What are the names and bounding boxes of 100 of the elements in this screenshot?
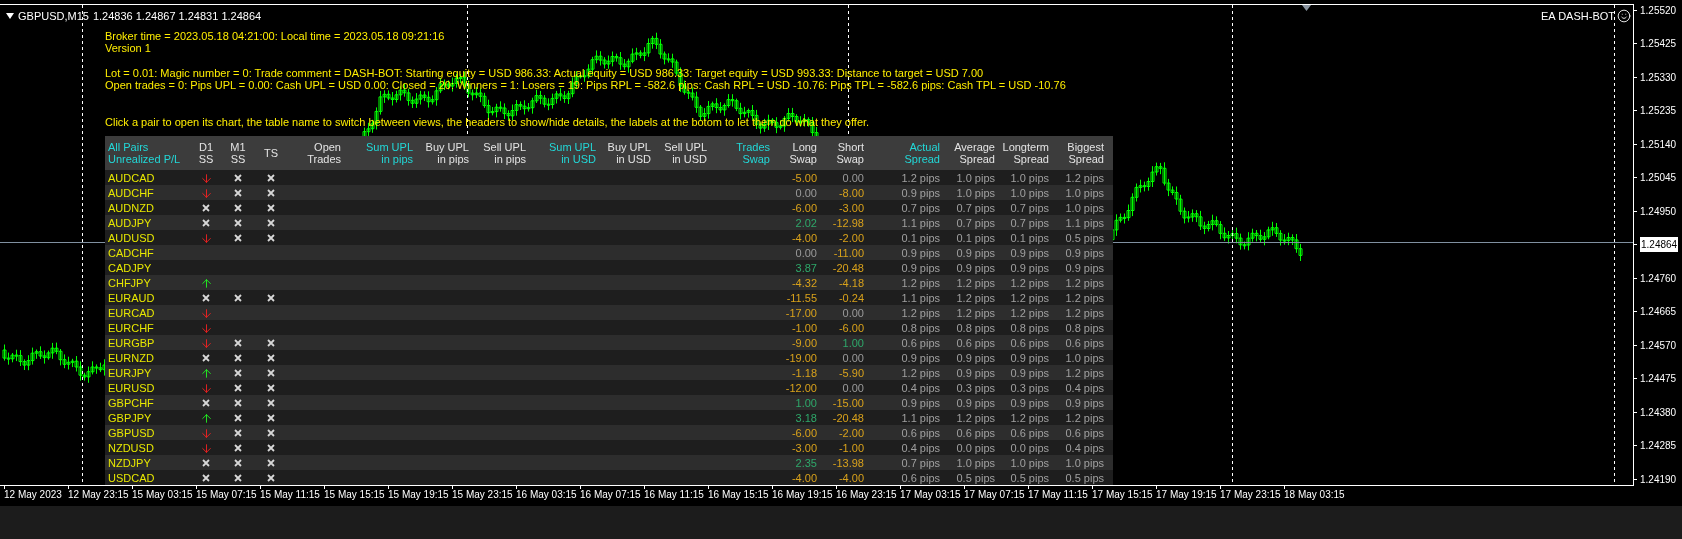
pair-name[interactable]: CHFJPY xyxy=(108,275,151,292)
short-swap-value: -2.00 xyxy=(838,231,864,246)
spread-value: 1.2 pips xyxy=(1065,291,1104,306)
short-swap-value: -15.00 xyxy=(832,396,864,411)
short-swap-value: -1.00 xyxy=(838,441,864,456)
pair-name[interactable]: EURJPY xyxy=(108,365,152,382)
column-header[interactable]: Sell UPL in USD xyxy=(655,141,711,165)
collapse-triangle-icon[interactable] xyxy=(6,13,14,20)
time-label: 17 May 23:15 xyxy=(1220,489,1282,500)
spread-value: 1.0 pips xyxy=(1010,186,1049,201)
spread-value: 0.9 pips xyxy=(1010,351,1049,366)
spread-value: 1.2 pips xyxy=(956,276,995,291)
time-label: 17 May 15:15 xyxy=(1092,489,1154,500)
spread-value: 0.6 pips xyxy=(1065,426,1104,441)
pair-name[interactable]: EURUSD xyxy=(108,380,155,397)
spread-value: 0.7 pips xyxy=(901,456,940,471)
spread-value: 1.2 pips xyxy=(1010,291,1049,306)
pair-name[interactable]: CADJPY xyxy=(108,260,152,277)
short-swap-value: 1.00 xyxy=(842,336,864,351)
column-header[interactable]: Actual Spread xyxy=(868,141,944,165)
spread-value: 1.2 pips xyxy=(901,276,940,291)
pair-name[interactable]: AUDJPY xyxy=(108,215,152,232)
spread-value: 0.8 pips xyxy=(1010,321,1049,336)
spread-value: 0.7 pips xyxy=(956,216,995,231)
pair-name[interactable]: AUDUSD xyxy=(108,230,155,247)
short-swap-value: -8.00 xyxy=(838,186,864,201)
spread-value: 0.9 pips xyxy=(956,396,995,411)
pair-name[interactable]: AUDNZD xyxy=(108,200,154,217)
pair-name[interactable]: AUDCHF xyxy=(108,185,154,202)
long-swap-value: -9.00 xyxy=(791,336,817,351)
spread-value: 0.6 pips xyxy=(956,426,995,441)
time-label: 15 May 23:15 xyxy=(452,489,514,500)
pair-name[interactable]: EURAUD xyxy=(108,290,155,307)
short-swap-value: -13.98 xyxy=(832,456,864,471)
spread-value: 1.0 pips xyxy=(1010,456,1049,471)
column-header[interactable]: Longterm Spread xyxy=(999,141,1053,165)
pair-name[interactable]: NZDUSD xyxy=(108,440,154,457)
time-label: 18 May 03:15 xyxy=(1284,489,1346,500)
spread-value: 0.6 pips xyxy=(901,336,940,351)
spread-value: 0.0 pips xyxy=(956,441,995,456)
long-swap-value: -1.00 xyxy=(791,321,817,336)
time-label: 15 May 07:15 xyxy=(196,489,258,500)
column-header[interactable]: Buy UPL in pips xyxy=(417,141,473,165)
spread-value: 1.2 pips xyxy=(1065,276,1104,291)
spread-value: 1.2 pips xyxy=(1065,411,1104,426)
column-header[interactable]: Sum UPL in USD xyxy=(530,141,600,165)
smiley-icon[interactable] xyxy=(1617,9,1631,24)
pair-name[interactable]: GBPCHF xyxy=(108,395,154,412)
spread-value: 0.3 pips xyxy=(1010,381,1049,396)
spread-value: 0.9 pips xyxy=(1065,396,1104,411)
spread-value: 0.9 pips xyxy=(956,246,995,261)
spread-value: 1.2 pips xyxy=(901,366,940,381)
pair-name[interactable]: USDCAD xyxy=(108,470,155,485)
column-header[interactable]: TS xyxy=(254,147,288,159)
pair-name[interactable]: GBPUSD xyxy=(108,425,155,442)
column-header[interactable]: Long Swap xyxy=(774,141,821,165)
column-header[interactable]: Biggest Spread xyxy=(1053,141,1108,165)
time-label: 17 May 19:15 xyxy=(1156,489,1218,500)
info-text: Broker time = 2023.05.18 04:21:00: Local time = 2023.05.18 09:21:16 xyxy=(105,30,446,42)
spread-value: 0.7 pips xyxy=(901,201,940,216)
column-header[interactable]: Trades Swap xyxy=(711,141,774,165)
spread-value: 0.7 pips xyxy=(1010,201,1049,216)
column-header[interactable]: Short Swap xyxy=(821,141,868,165)
time-label: 16 May 11:15 xyxy=(644,489,705,500)
chart-symbol: GBPUSD,M15 xyxy=(18,9,89,24)
column-header[interactable]: Average Spread xyxy=(944,141,999,165)
spread-value: 0.8 pips xyxy=(901,321,940,336)
price-label: 1.24570 xyxy=(1640,338,1677,353)
pair-name[interactable]: CADCHF xyxy=(108,245,154,262)
pair-name[interactable]: EURGBP xyxy=(108,335,155,352)
time-label: 16 May 19:15 xyxy=(772,489,834,500)
column-header[interactable]: Sell UPL in pips xyxy=(473,141,530,165)
short-swap-value: -12.98 xyxy=(832,216,864,231)
spread-value: 0.6 pips xyxy=(901,426,940,441)
short-swap-value: 0.00 xyxy=(842,306,864,321)
column-header[interactable]: M1 SS xyxy=(222,141,254,165)
pair-name[interactable]: AUDCAD xyxy=(108,170,155,187)
column-header[interactable]: Buy UPL in USD xyxy=(600,141,655,165)
spread-value: 0.1 pips xyxy=(956,231,995,246)
column-header[interactable]: Open Trades xyxy=(288,141,345,165)
pair-name[interactable]: EURCAD xyxy=(108,305,155,322)
column-header[interactable]: All Pairs Unrealized P/L xyxy=(105,141,190,165)
spread-value: 0.9 pips xyxy=(956,366,995,381)
pair-name[interactable]: GBPJPY xyxy=(108,410,152,427)
short-swap-value: -0.24 xyxy=(838,291,864,306)
price-label: 1.24950 xyxy=(1640,204,1677,219)
pair-name[interactable]: NZDJPY xyxy=(108,455,151,472)
short-swap-value: -6.00 xyxy=(838,321,864,336)
column-header[interactable]: Sum UPL in pips xyxy=(345,141,417,165)
pair-name[interactable]: EURNZD xyxy=(108,350,154,367)
spread-value: 0.5 pips xyxy=(1010,471,1049,485)
long-swap-value: -6.00 xyxy=(791,426,817,441)
time-label: 16 May 07:15 xyxy=(580,489,642,500)
spread-value: 0.6 pips xyxy=(956,336,995,351)
column-header[interactable]: D1 SS xyxy=(190,141,222,165)
time-label: 12 May 23:15 xyxy=(68,489,130,500)
spread-value: 1.2 pips xyxy=(1010,411,1049,426)
spread-value: 0.3 pips xyxy=(956,381,995,396)
time-label: 17 May 07:15 xyxy=(964,489,1026,500)
pair-name[interactable]: EURCHF xyxy=(108,320,154,337)
